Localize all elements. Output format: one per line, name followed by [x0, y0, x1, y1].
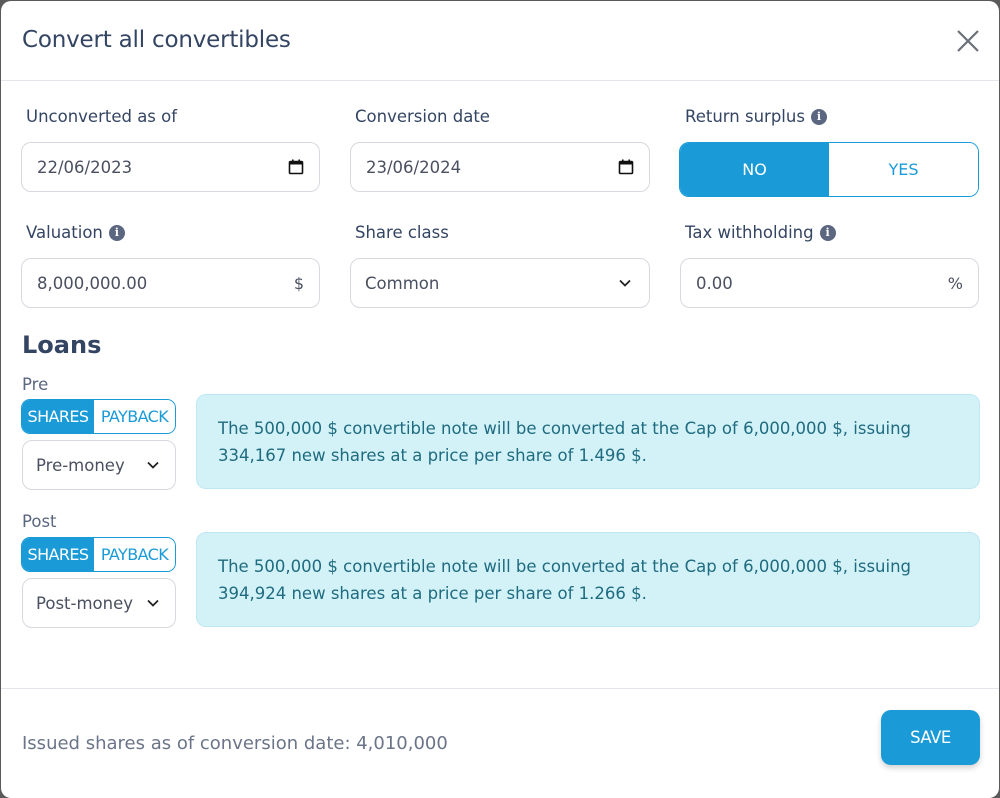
return-surplus-no-option[interactable]: NO: [680, 143, 829, 196]
convert-convertibles-modal: Convert all convertibles Unconverted as …: [1, 1, 999, 798]
pre-money-select[interactable]: Pre-money: [22, 440, 176, 490]
calendar-icon[interactable]: [288, 159, 304, 175]
share-class-value: Common: [365, 273, 440, 293]
calendar-icon[interactable]: [618, 159, 634, 175]
pre-shares-payback-toggle: SHARES PAYBACK: [21, 399, 176, 434]
unconverted-as-of-date-input[interactable]: 22/06/2023: [21, 142, 320, 192]
post-label: Post: [22, 512, 57, 531]
unconverted-as-of-label: Unconverted as of: [26, 107, 177, 126]
tax-withholding-label: Tax withholding i: [685, 223, 836, 242]
info-icon[interactable]: i: [810, 108, 827, 125]
chevron-down-icon: [147, 461, 159, 469]
conversion-date-label-text: Conversion date: [355, 107, 490, 126]
post-conversion-message: The 500,000 $ convertible note will be c…: [218, 557, 912, 603]
tax-withholding-percent-suffix: %: [947, 273, 963, 293]
conversion-date-value: 23/06/2024: [366, 157, 462, 177]
chevron-down-icon: [619, 279, 631, 287]
post-conversion-info-box: The 500,000 $ convertible note will be c…: [196, 532, 980, 627]
save-button[interactable]: SAVE: [881, 710, 980, 765]
valuation-label: Valuation i: [26, 223, 125, 242]
pre-conversion-message: The 500,000 $ convertible note will be c…: [218, 419, 912, 465]
return-surplus-yes-option[interactable]: YES: [829, 143, 978, 196]
loans-section-title: Loans: [22, 331, 102, 359]
post-money-select[interactable]: Post-money: [22, 578, 176, 628]
modal-title: Convert all convertibles: [22, 27, 291, 53]
valuation-input[interactable]: 8,000,000.00 $: [21, 258, 320, 308]
return-surplus-label-text: Return surplus: [685, 107, 805, 126]
return-surplus-toggle: NO YES: [679, 142, 979, 197]
unconverted-as-of-label-text: Unconverted as of: [26, 107, 178, 126]
share-class-select[interactable]: Common: [350, 258, 650, 308]
tax-withholding-label-text: Tax withholding: [685, 223, 814, 242]
modal-header: Convert all convertibles: [1, 1, 999, 81]
pre-label: Pre: [22, 375, 49, 394]
valuation-label-text: Valuation: [26, 223, 103, 242]
modal-footer: Issued shares as of conversion date: 4,0…: [1, 688, 999, 798]
unconverted-as-of-value: 22/06/2023: [37, 157, 133, 177]
valuation-currency-suffix: $: [293, 273, 304, 293]
close-icon: [957, 30, 979, 52]
pre-payback-option[interactable]: PAYBACK: [94, 400, 175, 433]
info-icon[interactable]: i: [819, 224, 836, 241]
return-surplus-label: Return surplus i: [685, 107, 827, 126]
issued-shares-text: Issued shares as of conversion date: 4,0…: [22, 733, 448, 754]
conversion-date-label: Conversion date: [355, 107, 490, 126]
info-icon[interactable]: i: [108, 224, 125, 241]
chevron-down-icon: [147, 599, 159, 607]
share-class-label: Share class: [355, 223, 449, 242]
post-shares-option[interactable]: SHARES: [22, 538, 94, 571]
post-shares-payback-toggle: SHARES PAYBACK: [21, 537, 176, 572]
post-money-value: Post-money: [36, 593, 134, 613]
pre-shares-option[interactable]: SHARES: [22, 400, 94, 433]
pre-money-value: Pre-money: [36, 455, 125, 475]
share-class-label-text: Share class: [355, 223, 449, 242]
conversion-date-input[interactable]: 23/06/2024: [350, 142, 650, 192]
pre-conversion-info-box: The 500,000 $ convertible note will be c…: [196, 394, 980, 489]
tax-withholding-input[interactable]: 0.00 %: [680, 258, 979, 308]
close-button[interactable]: [956, 29, 980, 53]
valuation-value: 8,000,000.00: [37, 273, 148, 293]
post-payback-option[interactable]: PAYBACK: [94, 538, 175, 571]
tax-withholding-value: 0.00: [696, 273, 733, 293]
